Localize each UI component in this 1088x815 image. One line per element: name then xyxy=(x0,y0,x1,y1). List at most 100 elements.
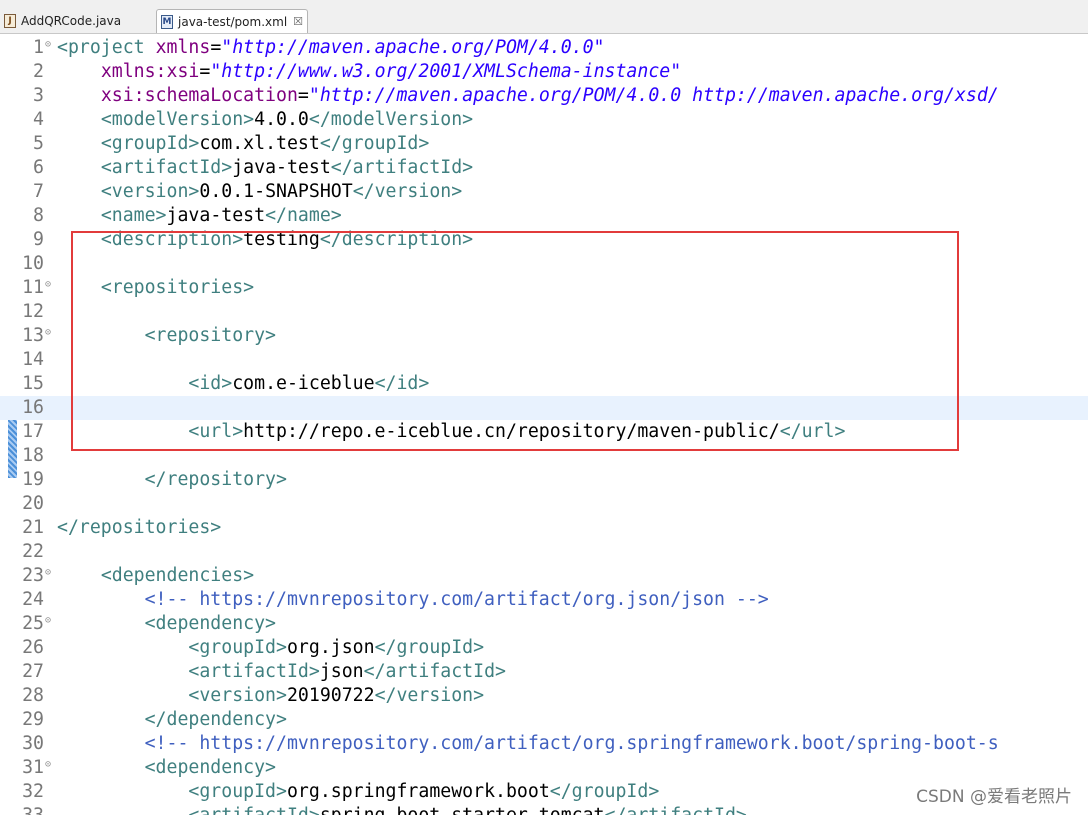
code-token: </url> xyxy=(779,421,846,442)
close-tab-icon[interactable]: ☒ xyxy=(293,15,303,28)
code-line[interactable]: 13 ⊝ <repository> xyxy=(0,324,1088,348)
code-line[interactable]: 18 xyxy=(0,444,1088,468)
code-token: org.json xyxy=(286,637,375,658)
code-line[interactable]: 16 xyxy=(0,396,1088,420)
code-line[interactable]: 24 <!-- https://mvnrepository.com/artifa… xyxy=(0,588,1088,612)
xml-editor[interactable]: 1 ⊝ <project xmlns="http://maven.apache.or… xyxy=(0,34,1088,815)
code-line[interactable]: 7 <version>0.0.1-SNAPSHOT</version> xyxy=(0,180,1088,204)
line-number: 10 xyxy=(22,253,44,274)
line-number: 2 xyxy=(33,61,44,82)
code-text: <groupId>org.json</groupId> xyxy=(57,636,484,660)
code-line[interactable]: 20 xyxy=(0,492,1088,516)
code-line[interactable]: 23 ⊝ <dependencies> xyxy=(0,564,1088,588)
code-line[interactable]: 27 <artifactId>json</artifactId> xyxy=(0,660,1088,684)
line-number: 9 xyxy=(33,229,44,250)
line-number: 28 xyxy=(22,685,44,706)
code-token: </artifactId> xyxy=(330,157,474,178)
line-number: 7 xyxy=(33,181,44,202)
code-line[interactable]: 30 <!-- https://mvnrepository.com/artifa… xyxy=(0,732,1088,756)
code-line[interactable]: 17 <url>http://repo.e-iceblue.cn/reposit… xyxy=(0,420,1088,444)
code-text: <!-- https://mvnrepository.com/artifact/… xyxy=(57,732,999,756)
line-number: 6 xyxy=(33,157,44,178)
fold-toggle-icon[interactable]: ⊝ xyxy=(45,324,51,342)
code-token: http://repo.e-iceblue.cn/repository/mave… xyxy=(243,421,780,442)
code-line[interactable]: 26 <groupId>org.json</groupId> xyxy=(0,636,1088,660)
line-number: 29 xyxy=(22,709,44,730)
code-token: </groupId> xyxy=(319,133,430,154)
code-line[interactable]: 15 <id>com.e-iceblue</id> xyxy=(0,372,1088,396)
code-token: <repository> xyxy=(144,325,277,346)
line-number: 33 xyxy=(14,804,44,815)
code-line[interactable]: 2 xmlns:xsi="http://www.w3.org/2001/XMLS… xyxy=(0,60,1088,84)
code-line[interactable]: 19 </repository> xyxy=(0,468,1088,492)
code-token: </name> xyxy=(265,205,342,226)
code-token: </artifactId> xyxy=(605,805,747,815)
code-token: <id> xyxy=(188,373,233,394)
fold-toggle-icon[interactable]: ⊝ xyxy=(45,756,51,774)
code-line[interactable]: 10 xyxy=(0,252,1088,276)
code-text: <name>java-test</name> xyxy=(57,204,342,228)
code-line[interactable]: 11 ⊝ <repositories> xyxy=(0,276,1088,300)
code-line[interactable]: 31 ⊝ <dependency> xyxy=(0,756,1088,780)
code-line[interactable]: 5 <groupId>com.xl.test</groupId> xyxy=(0,132,1088,156)
code-token: xmlns:xsi xyxy=(100,61,200,82)
code-line[interactable]: 21 </repositories> xyxy=(0,516,1088,540)
code-line[interactable]: 4 <modelVersion>4.0.0</modelVersion> xyxy=(0,108,1088,132)
code-line[interactable]: 28 <version>20190722</version> xyxy=(0,684,1088,708)
code-line[interactable]: 6 <artifactId>java-test</artifactId> xyxy=(0,156,1088,180)
line-number: 18 xyxy=(22,445,44,466)
code-text: <artifactId>spring-boot-starter-tomcat</… xyxy=(57,804,747,815)
code-token: com.e-iceblue xyxy=(232,373,375,394)
fold-toggle-icon[interactable]: ⊝ xyxy=(45,36,51,54)
code-line[interactable]: 25 ⊝ <dependency> xyxy=(0,612,1088,636)
code-line[interactable]: 9 <description>testing</description> xyxy=(0,228,1088,252)
code-token: </version> xyxy=(352,181,463,202)
code-text: xmlns:xsi="http://www.w3.org/2001/XMLSch… xyxy=(57,60,681,84)
line-number: 26 xyxy=(22,637,44,658)
fold-toggle-icon[interactable]: ⊝ xyxy=(45,276,51,294)
code-text: </repository> xyxy=(57,468,287,492)
code-line[interactable]: 8 <name>java-test</name> xyxy=(0,204,1088,228)
code-line[interactable]: 1 ⊝ <project xmlns="http://maven.apache.or… xyxy=(0,36,1088,60)
code-token: java-test xyxy=(232,157,331,178)
fold-toggle-icon[interactable]: ⊝ xyxy=(45,612,51,630)
code-text: <groupId>org.springframework.boot</group… xyxy=(57,780,659,804)
code-text: <repositories> xyxy=(57,276,254,300)
tab-addqrcode-java[interactable]: J AddQRCode.java xyxy=(0,9,150,33)
line-number: 25 xyxy=(22,613,44,634)
code-text: <version>0.0.1-SNAPSHOT</version> xyxy=(57,180,462,204)
fold-toggle-icon[interactable]: ⊝ xyxy=(45,564,51,582)
code-token: </modelVersion> xyxy=(308,109,474,130)
tab-pom-xml[interactable]: M java-test/pom.xml ☒ xyxy=(156,9,308,33)
code-token: <artifactId> xyxy=(100,157,233,178)
code-token: "http://maven.apache.org/POM/4.0.0" xyxy=(221,37,605,58)
code-token: = xyxy=(210,37,222,58)
code-text: <url>http://repo.e-iceblue.cn/repository… xyxy=(57,420,845,444)
code-token: <repositories> xyxy=(100,277,255,298)
code-token: 20190722 xyxy=(286,685,375,706)
code-line[interactable]: 14 xyxy=(0,348,1088,372)
code-token: <dependency> xyxy=(144,613,277,634)
code-line[interactable]: 22 xyxy=(0,540,1088,564)
code-line[interactable]: 12 xyxy=(0,300,1088,324)
code-text: <groupId>com.xl.test</groupId> xyxy=(57,132,430,156)
code-token: = xyxy=(297,85,309,106)
line-number: 27 xyxy=(22,661,44,682)
line-number: 4 xyxy=(33,109,44,130)
code-text: <artifactId>json</artifactId> xyxy=(57,660,506,684)
code-line[interactable]: 3 xsi:schemaLocation="http://maven.apach… xyxy=(0,84,1088,108)
code-text: <description>testing</description> xyxy=(57,228,473,252)
tab-label: AddQRCode.java xyxy=(21,14,122,28)
code-line[interactable]: 29 </dependency> xyxy=(0,708,1088,732)
